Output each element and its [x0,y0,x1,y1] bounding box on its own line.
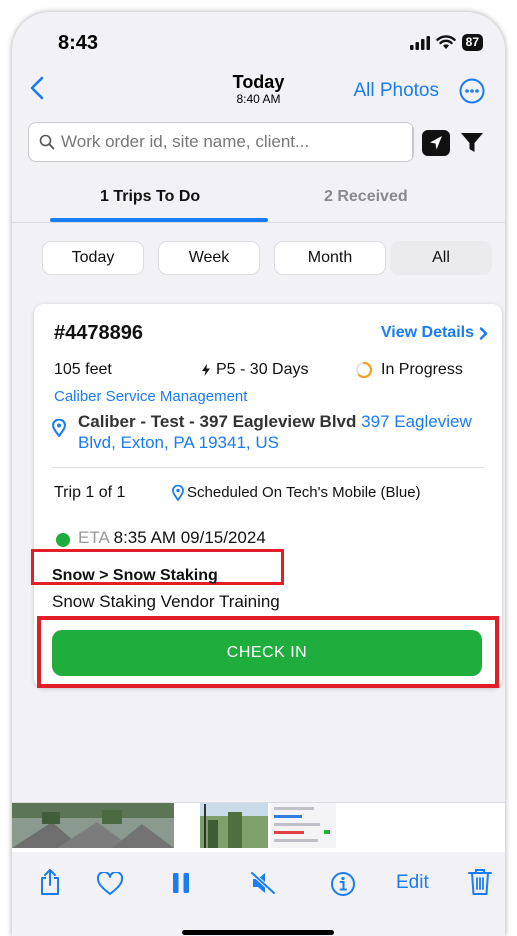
heart-icon [96,872,124,895]
filter-icon [461,133,483,152]
filter-today[interactable]: Today [42,241,144,275]
speaker-muted-icon [250,871,276,895]
info-icon [331,872,355,896]
trash-icon [468,869,492,895]
site-address-link[interactable]: Caliber - Test - 397 Eagleview Blvd 397 … [78,411,488,453]
schedule-info: Scheduled On Tech's Mobile (Blue) [172,484,421,501]
location-arrow-icon [422,130,450,156]
map-pin-icon [51,418,67,442]
filter-month[interactable]: Month [274,241,386,275]
eta-value: 8:35 AM 09/15/2024 [113,528,266,547]
status-time: 8:43 [58,32,99,54]
tab-received[interactable]: 2 Received [324,188,408,206]
client-link[interactable]: Caliber Service Management [54,388,247,405]
service-description: Snow Staking Vendor Training [52,592,280,611]
photo-thumbnails [12,802,336,848]
home-indicator [182,930,334,935]
check-in-button[interactable]: CHECK IN [52,630,482,676]
photo-strip[interactable] [12,802,505,852]
all-photos-button[interactable]: All Photos [353,80,439,102]
chevron-right-icon [479,326,488,340]
card-divider [52,467,484,468]
eta: ETA 8:35 AM 09/15/2024 [78,528,266,548]
filter-all[interactable]: All [390,241,492,275]
map-pin-icon [172,484,184,501]
battery-icon: 87 [461,34,483,51]
edit-button[interactable]: Edit [396,872,429,894]
wifi-icon [435,35,456,49]
search-input[interactable]: Work order id, site name, client... [28,122,414,162]
site-name: Caliber - Test - 397 Eagleview Blvd [78,412,357,431]
service-category: Snow > Snow Staking [52,567,218,584]
search-placeholder: Work order id, site name, client... [61,132,310,151]
status-badge: In Progress [355,361,463,379]
mute-button[interactable] [250,871,276,895]
info-button[interactable] [330,871,356,897]
signal-icon [409,35,430,50]
schedule-label: Scheduled On Tech's Mobile (Blue) [187,484,421,501]
eta-label: ETA [78,528,109,547]
delete-button[interactable] [468,868,492,896]
work-order-number: #4478896 [54,322,143,344]
share-button[interactable] [38,868,62,896]
view-details-link[interactable]: View Details [381,324,488,342]
distance: 105 feet [54,361,112,378]
favorite-button[interactable] [96,872,124,896]
priority: P5 - 30 Days [202,361,308,379]
priority-label: P5 - 30 Days [216,361,309,378]
strip-divider [12,802,505,803]
filter-week[interactable]: Week [158,241,260,275]
eta-status-dot [56,533,70,547]
pause-button[interactable] [172,873,190,893]
ellipsis-circle-icon [459,78,485,104]
status-icons: 87 [409,34,483,51]
pause-icon [173,873,189,893]
progress-ring-icon [355,361,373,379]
status-label: In Progress [381,361,463,378]
tab-trips-to-do[interactable]: 1 Trips To Do [100,188,200,206]
more-button[interactable] [459,78,485,109]
search-divider [412,127,413,157]
phone-screen: 8:43 87 Today 8:40 AM All Photos Work or… [12,12,505,936]
view-details-label: View Details [380,324,474,341]
work-order-card[interactable]: #4478896 View Details 105 feet P5 - 30 D… [31,304,502,688]
location-button[interactable] [422,130,450,161]
share-icon [41,869,59,895]
search-icon [39,134,55,150]
bolt-icon [202,364,210,376]
filter-button[interactable] [460,132,484,159]
tabs-divider [12,222,505,223]
trip-count: Trip 1 of 1 [54,484,126,501]
